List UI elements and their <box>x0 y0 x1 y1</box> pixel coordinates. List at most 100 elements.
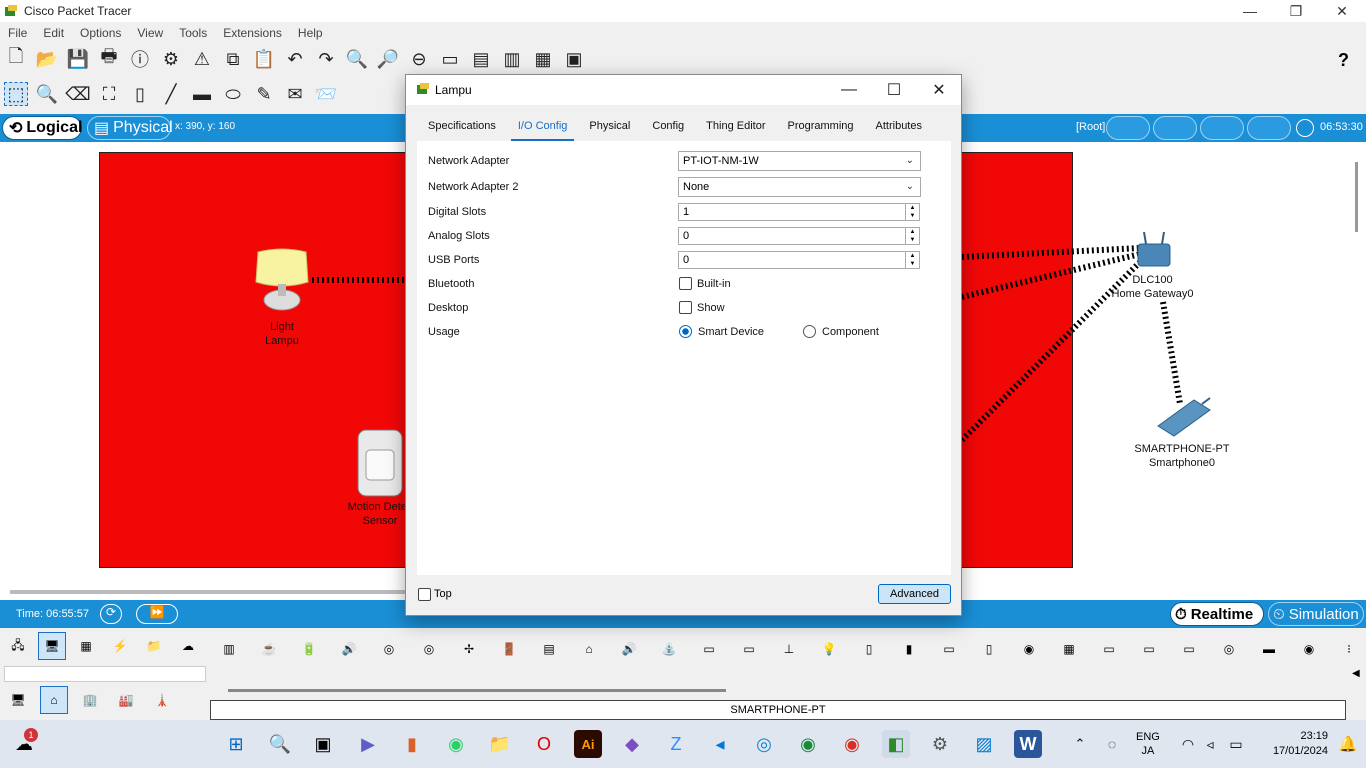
more-devices-icon[interactable]: ⁝ <box>1332 632 1366 666</box>
analog-slots-spinbox[interactable]: 0 ▲ ▼ <box>678 227 920 245</box>
network-adapter2-select[interactable]: None ⌄ <box>678 177 921 197</box>
dialog-close-button[interactable]: ✕ <box>916 75 962 105</box>
top-checkbox[interactable] <box>418 588 431 601</box>
activity-wizard-icon[interactable]: ⚠ <box>190 47 214 71</box>
taskbar-clock[interactable]: 23:19 17/01/2024 <box>1258 729 1328 759</box>
camera-icon[interactable]: ▣ <box>562 47 586 71</box>
advanced-button[interactable]: Advanced <box>878 584 951 604</box>
windows-start-icon[interactable]: ⊞ <box>222 730 250 758</box>
freeform-icon[interactable]: ✎ <box>252 82 276 106</box>
co-detector-icon[interactable]: ◎ <box>372 632 406 666</box>
connections-icon[interactable]: ⚡ <box>106 632 134 660</box>
menu-options[interactable]: Options <box>72 24 129 42</box>
print-icon[interactable]: 🖶 <box>97 46 121 71</box>
zoom-in-icon[interactable]: 🔍 <box>345 47 369 71</box>
portable-speaker-icon[interactable]: ▮ <box>892 632 926 666</box>
zoom-icon[interactable]: Z <box>662 730 690 758</box>
tab-io-config[interactable]: I/O Config <box>507 117 579 141</box>
webcam-box-icon[interactable]: ▬ <box>1252 632 1286 666</box>
root-breadcrumb[interactable]: [Root] <box>1076 121 1105 133</box>
menu-file[interactable]: File <box>0 24 35 42</box>
ceiling-fan-icon[interactable]: ✢ <box>452 632 486 666</box>
save-icon[interactable]: 💾 <box>66 47 90 71</box>
realtime-button[interactable]: ⏱ Realtime <box>1170 602 1264 626</box>
spin-arrows-icon[interactable]: ▲ ▼ <box>905 228 919 244</box>
line-icon[interactable]: ╱ <box>159 82 183 106</box>
lamp-device[interactable] <box>252 246 312 318</box>
copy-icon[interactable]: ⧉ <box>221 47 245 71</box>
opera-icon[interactable]: O <box>530 730 558 758</box>
pdu-simple-icon[interactable]: ✉ <box>283 82 307 106</box>
router-thumb-icon[interactable]: ▭ <box>1172 632 1206 666</box>
lawn-sprinkler-icon[interactable]: ⊥ <box>772 632 806 666</box>
inspect-icon[interactable]: 🔍 <box>35 82 59 106</box>
dialog-minimize-button[interactable]: — <box>826 75 872 105</box>
search-icon[interactable]: 🔍 <box>266 730 294 758</box>
globe-icon[interactable] <box>1296 119 1314 137</box>
tray-scrollbar[interactable] <box>228 689 726 692</box>
tab-specifications[interactable]: Specifications <box>417 117 507 139</box>
help-icon[interactable]: ? <box>1338 50 1349 71</box>
notifications-icon[interactable]: 🔔 <box>1334 730 1362 758</box>
power-cycle-icon[interactable]: ⟳ <box>100 604 122 624</box>
network-devices-icon[interactable]: 🖧 <box>4 632 32 660</box>
tv-icon[interactable]: ▭ <box>932 632 966 666</box>
appliance-icon[interactable]: ▥ <box>212 632 246 666</box>
network-adapter-select[interactable]: PT-IOT-NM-1W ⌄ <box>678 151 921 171</box>
scrollbar-thumb[interactable] <box>1355 162 1358 232</box>
smart-city-icon[interactable]: 🏢 <box>76 686 104 714</box>
custom-device-icon[interactable]: ▤ <box>469 47 493 71</box>
menu-extensions[interactable]: Extensions <box>215 24 290 42</box>
chrome-profile-icon[interactable]: ◉ <box>794 730 822 758</box>
zoom-out-icon[interactable]: ⊖ <box>407 47 431 71</box>
task-view-icon[interactable]: ▣ <box>309 730 337 758</box>
display-icon[interactable]: ▭ <box>732 632 766 666</box>
tab-physical[interactable]: Physical <box>578 117 641 139</box>
file-explorer-icon[interactable]: 📁 <box>486 730 514 758</box>
photos-icon[interactable]: ▨ <box>970 730 998 758</box>
vscode-icon[interactable]: ◂ <box>706 730 734 758</box>
close-button[interactable]: ✕ <box>1319 0 1365 22</box>
spin-arrows-icon[interactable]: ▲ ▼ <box>905 204 919 220</box>
motion-sensor-thumb-icon[interactable]: ▯ <box>852 632 886 666</box>
tab-config[interactable]: Config <box>641 117 695 139</box>
show-hidden-icons[interactable]: ⌃ <box>1066 730 1094 758</box>
server-icon[interactable]: ▦ <box>531 47 555 71</box>
tab-attributes[interactable]: Attributes <box>865 117 933 139</box>
thermostat-icon[interactable]: ▭ <box>692 632 726 666</box>
window-icon[interactable]: ▭ <box>1092 632 1126 666</box>
menu-tools[interactable]: Tools <box>171 24 215 42</box>
move-icon[interactable] <box>1200 116 1244 140</box>
redo-icon[interactable]: ↷ <box>314 47 338 71</box>
logical-tab[interactable]: ⟲ Logical <box>2 116 82 140</box>
physical-tab[interactable]: ▤ Physical <box>87 116 173 140</box>
smartphone-device[interactable] <box>1154 396 1214 440</box>
digital-slots-spinbox[interactable]: 1 ▲ ▼ <box>678 203 920 221</box>
dialog-maximize-button[interactable]: ☐ <box>871 75 917 105</box>
coffee-maker-icon[interactable]: ☕ <box>252 632 286 666</box>
background-icon[interactable] <box>1247 116 1291 140</box>
office-icon[interactable]: ▮ <box>398 730 426 758</box>
multiuser-icon[interactable]: ☁ <box>174 632 202 660</box>
word-icon[interactable]: W <box>1014 730 1042 758</box>
end-devices-icon[interactable]: 🖥 <box>38 632 66 660</box>
industrial-icon[interactable]: 🏭 <box>112 686 140 714</box>
door-icon[interactable]: 🚪 <box>492 632 526 666</box>
language-indicator[interactable]: ENG JA <box>1136 730 1160 758</box>
sprinkler-icon[interactable]: ⛲ <box>652 632 686 666</box>
speaker2-icon[interactable]: 🔊 <box>612 632 646 666</box>
pc-subcategory-icon[interactable]: 🖥 <box>4 686 32 714</box>
chrome-icon[interactable]: ◉ <box>838 730 866 758</box>
bluetooth-builtin-checkbox[interactable] <box>679 277 692 290</box>
usage-smart-device-radio[interactable] <box>679 325 692 338</box>
teams-icon[interactable]: ▶ <box>354 730 382 758</box>
edge-icon[interactable]: ◎ <box>750 730 778 758</box>
rectangle-icon[interactable]: ▬ <box>190 82 214 106</box>
ellipse-icon[interactable]: ⬭ <box>221 82 245 106</box>
battery-icon[interactable]: 🔋 <box>292 632 326 666</box>
smoke-detector-icon[interactable]: ◎ <box>412 632 446 666</box>
usage-component-radio[interactable] <box>803 325 816 338</box>
cloud-add-icon[interactable] <box>1153 116 1197 140</box>
speaker-icon[interactable]: 🔊 <box>332 632 366 666</box>
power-grid-icon[interactable]: 🗼 <box>148 686 176 714</box>
